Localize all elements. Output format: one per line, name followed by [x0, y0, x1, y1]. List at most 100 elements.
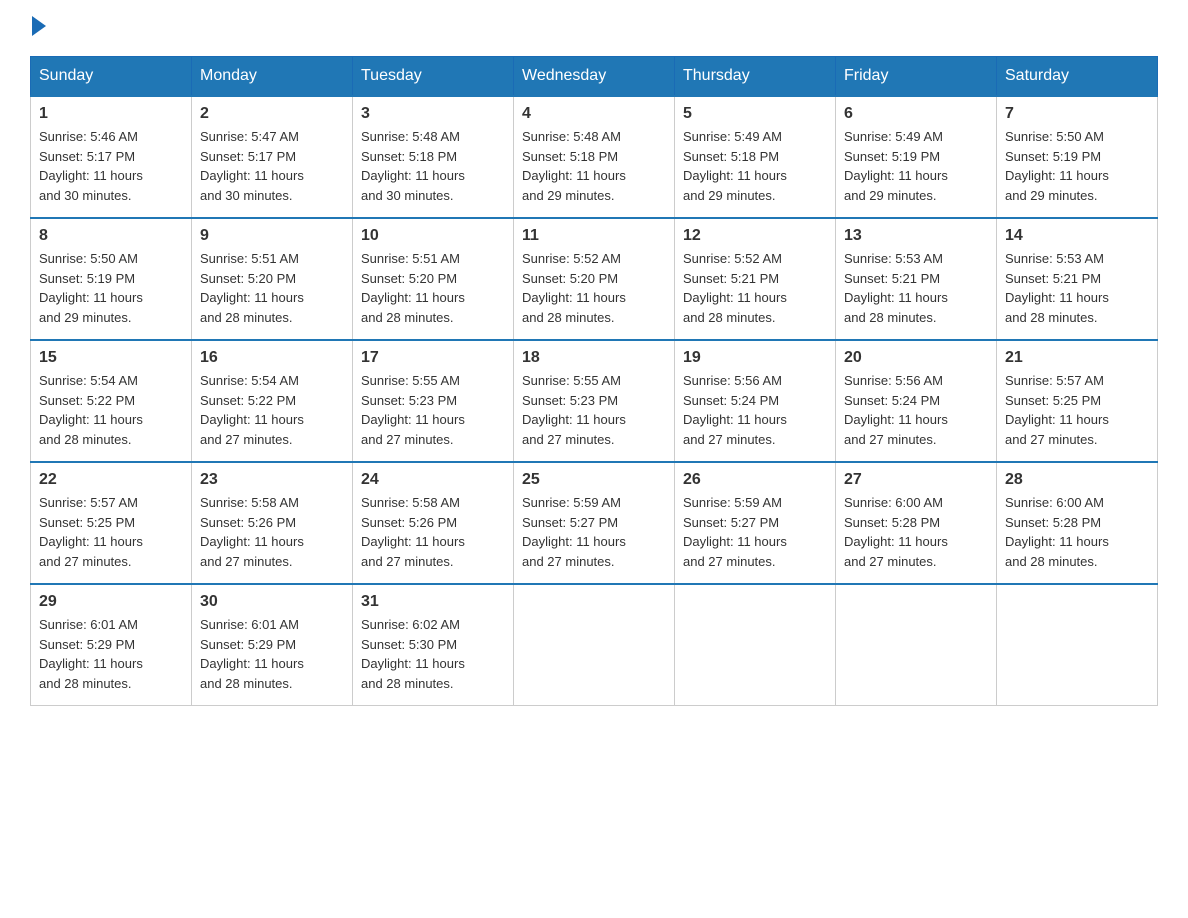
- calendar-cell: [997, 584, 1158, 706]
- day-info: Sunrise: 6:02 AMSunset: 5:30 PMDaylight:…: [361, 615, 505, 693]
- calendar-cell: 22 Sunrise: 5:57 AMSunset: 5:25 PMDayligh…: [31, 462, 192, 584]
- day-info: Sunrise: 5:49 AMSunset: 5:18 PMDaylight:…: [683, 127, 827, 205]
- day-info: Sunrise: 5:51 AMSunset: 5:20 PMDaylight:…: [361, 249, 505, 327]
- day-number: 20: [844, 349, 988, 367]
- calendar-cell: [675, 584, 836, 706]
- calendar-cell: 20 Sunrise: 5:56 AMSunset: 5:24 PMDayligh…: [836, 340, 997, 462]
- day-number: 31: [361, 593, 505, 611]
- weekday-header-row: SundayMondayTuesdayWednesdayThursdayFrid…: [31, 57, 1158, 97]
- day-info: Sunrise: 5:59 AMSunset: 5:27 PMDaylight:…: [683, 493, 827, 571]
- day-info: Sunrise: 5:56 AMSunset: 5:24 PMDaylight:…: [844, 371, 988, 449]
- calendar-cell: [836, 584, 997, 706]
- day-info: Sunrise: 5:52 AMSunset: 5:20 PMDaylight:…: [522, 249, 666, 327]
- day-number: 4: [522, 105, 666, 123]
- calendar-cell: 4Sunrise: 5:48 AMSunset: 5:18 PMDaylight…: [514, 96, 675, 218]
- calendar-cell: 17 Sunrise: 5:55 AMSunset: 5:23 PMDayligh…: [353, 340, 514, 462]
- day-number: 16: [200, 349, 344, 367]
- day-number: 3: [361, 105, 505, 123]
- day-number: 9: [200, 227, 344, 245]
- day-number: 1: [39, 105, 183, 123]
- weekday-header-saturday: Saturday: [997, 57, 1158, 97]
- day-number: 17: [361, 349, 505, 367]
- day-number: 8: [39, 227, 183, 245]
- day-info: Sunrise: 5:50 AMSunset: 5:19 PMDaylight:…: [1005, 127, 1149, 205]
- calendar-cell: 24 Sunrise: 5:58 AMSunset: 5:26 PMDayligh…: [353, 462, 514, 584]
- day-number: 10: [361, 227, 505, 245]
- calendar-cell: 31 Sunrise: 6:02 AMSunset: 5:30 PMDayligh…: [353, 584, 514, 706]
- calendar-cell: 2 Sunrise: 5:47 AMSunset: 5:17 PMDaylight…: [192, 96, 353, 218]
- day-number: 22: [39, 471, 183, 489]
- calendar-cell: 10 Sunrise: 5:51 AMSunset: 5:20 PMDayligh…: [353, 218, 514, 340]
- day-info: Sunrise: 6:01 AMSunset: 5:29 PMDaylight:…: [200, 615, 344, 693]
- calendar-table: SundayMondayTuesdayWednesdayThursdayFrid…: [30, 56, 1158, 706]
- day-info: Sunrise: 5:47 AMSunset: 5:17 PMDaylight:…: [200, 127, 344, 205]
- weekday-header-monday: Monday: [192, 57, 353, 97]
- day-info: Sunrise: 5:57 AMSunset: 5:25 PMDaylight:…: [39, 493, 183, 571]
- day-number: 19: [683, 349, 827, 367]
- weekday-header-thursday: Thursday: [675, 57, 836, 97]
- calendar-cell: 8 Sunrise: 5:50 AMSunset: 5:19 PMDaylight…: [31, 218, 192, 340]
- calendar-cell: 1Sunrise: 5:46 AMSunset: 5:17 PMDaylight…: [31, 96, 192, 218]
- calendar-cell: 29Sunrise: 6:01 AMSunset: 5:29 PMDayligh…: [31, 584, 192, 706]
- week-row-3: 15 Sunrise: 5:54 AMSunset: 5:22 PMDayligh…: [31, 340, 1158, 462]
- day-info: Sunrise: 5:50 AMSunset: 5:19 PMDaylight:…: [39, 249, 183, 327]
- calendar-cell: 18 Sunrise: 5:55 AMSunset: 5:23 PMDayligh…: [514, 340, 675, 462]
- calendar-cell: 26Sunrise: 5:59 AMSunset: 5:27 PMDayligh…: [675, 462, 836, 584]
- day-info: Sunrise: 5:49 AMSunset: 5:19 PMDaylight:…: [844, 127, 988, 205]
- day-number: 30: [200, 593, 344, 611]
- calendar-cell: 25Sunrise: 5:59 AMSunset: 5:27 PMDayligh…: [514, 462, 675, 584]
- week-row-4: 22 Sunrise: 5:57 AMSunset: 5:25 PMDayligh…: [31, 462, 1158, 584]
- calendar-cell: 9Sunrise: 5:51 AMSunset: 5:20 PMDaylight…: [192, 218, 353, 340]
- weekday-header-friday: Friday: [836, 57, 997, 97]
- day-number: 2: [200, 105, 344, 123]
- week-row-5: 29 Sunrise: 6:01 AMSunset: 5:29 PMDayligh…: [31, 584, 1158, 706]
- calendar-cell: 5 Sunrise: 5:49 AMSunset: 5:18 PMDaylight…: [675, 96, 836, 218]
- calendar-cell: 27 Sunrise: 6:00 AMSunset: 5:28 PMDayligh…: [836, 462, 997, 584]
- day-info: Sunrise: 5:58 AMSunset: 5:26 PMDaylight:…: [361, 493, 505, 571]
- calendar-cell: 19 Sunrise: 5:56 AMSunset: 5:24 PMDayligh…: [675, 340, 836, 462]
- calendar-cell: 15 Sunrise: 5:54 AMSunset: 5:22 PMDayligh…: [31, 340, 192, 462]
- day-number: 23: [200, 471, 344, 489]
- day-info: Sunrise: 5:59 AMSunset: 5:27 PMDaylight:…: [522, 493, 666, 571]
- day-info: Sunrise: 5:54 AMSunset: 5:22 PMDaylight:…: [200, 371, 344, 449]
- day-info: Sunrise: 5:54 AMSunset: 5:22 PMDaylight:…: [39, 371, 183, 449]
- day-number: 6: [844, 105, 988, 123]
- day-info: Sunrise: 5:52 AMSunset: 5:21 PMDaylight:…: [683, 249, 827, 327]
- calendar-cell: 14Sunrise: 5:53 AMSunset: 5:21 PMDayligh…: [997, 218, 1158, 340]
- day-number: 27: [844, 471, 988, 489]
- day-info: Sunrise: 5:55 AMSunset: 5:23 PMDaylight:…: [361, 371, 505, 449]
- calendar-cell: 7Sunrise: 5:50 AMSunset: 5:19 PMDaylight…: [997, 96, 1158, 218]
- day-info: Sunrise: 5:48 AMSunset: 5:18 PMDaylight:…: [361, 127, 505, 205]
- calendar-cell: 23 Sunrise: 5:58 AMSunset: 5:26 PMDayligh…: [192, 462, 353, 584]
- day-number: 29: [39, 593, 183, 611]
- day-number: 24: [361, 471, 505, 489]
- day-number: 14: [1005, 227, 1149, 245]
- day-number: 11: [522, 227, 666, 245]
- day-info: Sunrise: 5:55 AMSunset: 5:23 PMDaylight:…: [522, 371, 666, 449]
- day-info: Sunrise: 5:58 AMSunset: 5:26 PMDaylight:…: [200, 493, 344, 571]
- page-header: [30, 20, 1158, 36]
- weekday-header-sunday: Sunday: [31, 57, 192, 97]
- calendar-cell: 13Sunrise: 5:53 AMSunset: 5:21 PMDayligh…: [836, 218, 997, 340]
- calendar-cell: 3 Sunrise: 5:48 AMSunset: 5:18 PMDaylight…: [353, 96, 514, 218]
- day-number: 5: [683, 105, 827, 123]
- calendar-cell: 16 Sunrise: 5:54 AMSunset: 5:22 PMDayligh…: [192, 340, 353, 462]
- day-info: Sunrise: 5:57 AMSunset: 5:25 PMDaylight:…: [1005, 371, 1149, 449]
- day-number: 21: [1005, 349, 1149, 367]
- calendar-cell: 21 Sunrise: 5:57 AMSunset: 5:25 PMDayligh…: [997, 340, 1158, 462]
- calendar-cell: 11 Sunrise: 5:52 AMSunset: 5:20 PMDayligh…: [514, 218, 675, 340]
- day-number: 15: [39, 349, 183, 367]
- day-number: 28: [1005, 471, 1149, 489]
- calendar-cell: 28 Sunrise: 6:00 AMSunset: 5:28 PMDayligh…: [997, 462, 1158, 584]
- weekday-header-tuesday: Tuesday: [353, 57, 514, 97]
- day-info: Sunrise: 6:00 AMSunset: 5:28 PMDaylight:…: [844, 493, 988, 571]
- week-row-2: 8 Sunrise: 5:50 AMSunset: 5:19 PMDaylight…: [31, 218, 1158, 340]
- day-info: Sunrise: 5:56 AMSunset: 5:24 PMDaylight:…: [683, 371, 827, 449]
- calendar-cell: 12Sunrise: 5:52 AMSunset: 5:21 PMDayligh…: [675, 218, 836, 340]
- logo: [30, 20, 46, 36]
- day-number: 18: [522, 349, 666, 367]
- calendar-cell: 6 Sunrise: 5:49 AMSunset: 5:19 PMDaylight…: [836, 96, 997, 218]
- calendar-cell: [514, 584, 675, 706]
- calendar-cell: 30 Sunrise: 6:01 AMSunset: 5:29 PMDayligh…: [192, 584, 353, 706]
- day-info: Sunrise: 6:00 AMSunset: 5:28 PMDaylight:…: [1005, 493, 1149, 571]
